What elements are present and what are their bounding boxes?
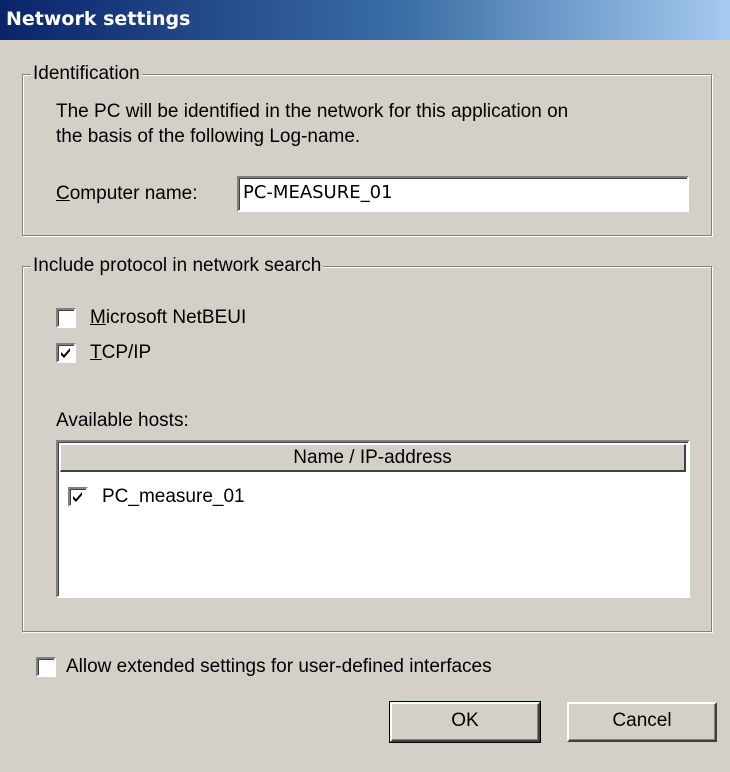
netbeui-checkbox[interactable] [56,308,76,328]
title-bar[interactable]: Network settings [0,0,730,40]
protocol-legend: Include protocol in network search [31,255,324,277]
tcpip-label[interactable]: TCP/IP [90,341,151,365]
extended-settings-checkbox[interactable] [36,657,56,677]
host-checkbox[interactable] [68,487,88,507]
checkmark-icon [73,492,82,502]
available-hosts-label: Available hosts: [56,410,189,431]
computer-name-label-text: omputer name: [69,183,198,204]
computer-name-label: Computer name: [56,182,198,206]
tcpip-mnemonic: T [90,342,102,363]
tcpip-label-text: CP/IP [101,342,152,363]
host-name: PC_measure_01 [102,486,245,507]
netbeui-label-text: icrosoft NetBEUI [105,307,247,328]
hosts-column-header[interactable]: Name / IP-address [60,444,686,472]
identification-description-line1: The PC will be identified in the network… [56,101,569,122]
netbeui-mnemonic: M [90,307,106,328]
computer-name-input[interactable]: PC-MEASURE_01 [237,176,689,212]
netbeui-label[interactable]: Microsoft NetBEUI [90,306,246,330]
hosts-list[interactable]: Name / IP-address PC_measure_01 [56,440,690,598]
window-title: Network settings [6,8,191,30]
identification-description-line2: the basis of the following Log-name. [56,126,361,147]
computer-name-mnemonic: C [56,183,70,204]
extended-settings-label[interactable]: Allow extended settings for user-defined… [66,655,492,679]
cancel-button[interactable]: Cancel [567,702,717,742]
identification-legend: Identification [31,63,142,85]
tcpip-checkbox[interactable] [56,343,76,363]
ok-button[interactable]: OK [389,701,541,743]
checkmark-icon [61,348,70,358]
